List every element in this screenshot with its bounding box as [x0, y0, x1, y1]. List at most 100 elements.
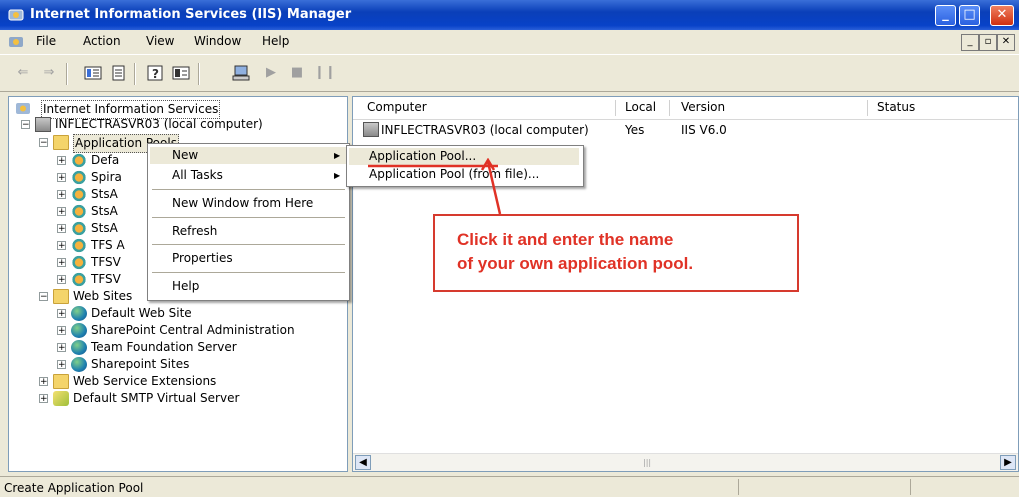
menu-separator: [152, 272, 345, 273]
context-item-new-window[interactable]: New Window from Here: [172, 196, 313, 210]
menu-bar: File Action View Window Help _ ▫ ✕: [0, 30, 1019, 54]
app-pool-icon: [71, 221, 87, 236]
menu-view[interactable]: View: [146, 34, 174, 48]
folder-icon: [53, 374, 69, 389]
status-divider: [910, 479, 911, 495]
menu-help[interactable]: Help: [262, 34, 289, 48]
expand-icon[interactable]: +: [39, 394, 48, 404]
tree-pool-label: TFSV: [91, 255, 121, 269]
stop-icon[interactable]: ■: [288, 64, 306, 82]
expand-icon[interactable]: +: [57, 309, 66, 319]
properties-icon[interactable]: [172, 64, 190, 82]
collapse-icon[interactable]: −: [39, 292, 48, 302]
back-icon[interactable]: ⇐: [14, 64, 32, 82]
tree-smtp-label: Default SMTP Virtual Server: [73, 391, 240, 405]
mdi-close-button[interactable]: ✕: [997, 34, 1015, 51]
web-site-icon: [71, 306, 87, 321]
context-menu: New ▶ All Tasks ▶ New Window from Here R…: [147, 143, 350, 301]
tree-site-label: SharePoint Central Administration: [91, 323, 295, 337]
show-hide-tree-icon[interactable]: [84, 64, 102, 82]
expand-icon[interactable]: +: [57, 190, 66, 200]
tree-wse-label: Web Service Extensions: [73, 374, 217, 388]
title-bar[interactable]: Internet Information Services (IIS) Mana…: [0, 0, 1019, 30]
collapse-icon[interactable]: −: [39, 138, 48, 148]
expand-icon[interactable]: +: [57, 224, 66, 234]
expand-icon[interactable]: +: [57, 173, 66, 183]
toolbar: ⇐ ⇒ ? ▶ ■ ❙❙: [0, 54, 1019, 92]
menu-file[interactable]: File: [36, 34, 56, 48]
scroll-left-icon[interactable]: ◀: [355, 455, 371, 470]
expand-icon[interactable]: +: [57, 207, 66, 217]
cell-version: IIS V6.0: [681, 123, 727, 137]
expand-icon[interactable]: +: [57, 343, 66, 353]
app-pool-icon: [71, 272, 87, 287]
status-bar: Create Application Pool: [0, 476, 1019, 497]
menu-window[interactable]: Window: [194, 34, 241, 48]
column-version[interactable]: Version: [681, 100, 725, 114]
context-item-new[interactable]: New: [172, 148, 198, 162]
forward-icon[interactable]: ⇒: [40, 64, 58, 82]
tree-pool-label: StsA: [91, 221, 118, 235]
context-item-all-tasks[interactable]: All Tasks: [172, 168, 223, 182]
horizontal-scrollbar[interactable]: ◀ ||| ▶: [353, 453, 1018, 471]
expand-icon[interactable]: +: [57, 275, 66, 285]
play-icon[interactable]: ▶: [262, 64, 280, 82]
close-button[interactable]: ✕: [990, 5, 1014, 26]
column-divider[interactable]: [669, 100, 670, 116]
tree-site-label: Team Foundation Server: [91, 340, 237, 354]
smtp-server-icon: [53, 391, 69, 406]
tree-pool-label: Spira: [91, 170, 122, 184]
tree-web-sites-label: Web Sites: [73, 289, 133, 303]
status-divider: [738, 479, 739, 495]
tree-site-label: Sharepoint Sites: [91, 357, 190, 371]
mdi-minimize-button[interactable]: _: [961, 34, 979, 51]
status-text: Create Application Pool: [4, 481, 144, 495]
callout-line-1: Click it and enter the name: [457, 230, 674, 249]
column-status[interactable]: Status: [877, 100, 915, 114]
toolbar-separator: [66, 63, 68, 85]
column-computer[interactable]: Computer: [367, 100, 427, 114]
menu-separator: [152, 189, 345, 190]
tree-pool-label: Defa: [91, 153, 120, 167]
column-header: Computer Local Version Status: [353, 97, 1018, 120]
column-divider[interactable]: [867, 100, 868, 116]
export-list-icon[interactable]: [110, 64, 128, 82]
context-item-refresh[interactable]: Refresh: [172, 224, 217, 238]
help-icon[interactable]: ?: [146, 64, 164, 82]
submenu-arrow-icon: ▶: [334, 171, 341, 180]
computer-icon[interactable]: [232, 64, 250, 82]
context-item-properties[interactable]: Properties: [172, 251, 233, 265]
list-row[interactable]: INFLECTRASVR03 (local computer) Yes IIS …: [353, 121, 1013, 139]
app-pool-icon: [71, 153, 87, 168]
minimize-button[interactable]: _: [935, 5, 956, 26]
expand-icon[interactable]: +: [57, 258, 66, 268]
mdi-restore-button[interactable]: ▫: [979, 34, 997, 51]
column-local[interactable]: Local: [625, 100, 656, 114]
scroll-right-icon[interactable]: ▶: [1000, 455, 1016, 470]
folder-icon: [53, 135, 69, 150]
menu-separator: [152, 244, 345, 245]
console-icon[interactable]: [8, 34, 24, 50]
column-divider[interactable]: [615, 100, 616, 116]
web-site-icon: [71, 357, 87, 372]
expand-icon[interactable]: +: [57, 326, 66, 336]
app-pool-icon: [71, 238, 87, 253]
iis-icon: [16, 103, 30, 114]
context-item-help[interactable]: Help: [172, 279, 199, 293]
collapse-icon[interactable]: −: [21, 120, 30, 130]
svg-text:?: ?: [152, 67, 159, 81]
pause-icon[interactable]: ❙❙: [314, 64, 336, 82]
expand-icon[interactable]: +: [57, 241, 66, 251]
expand-icon[interactable]: +: [57, 360, 66, 370]
app-pool-icon: [71, 255, 87, 270]
maximize-button[interactable]: □: [959, 5, 980, 26]
scroll-grip-icon[interactable]: |||: [643, 458, 655, 467]
menu-action[interactable]: Action: [83, 34, 121, 48]
app-pool-icon: [71, 187, 87, 202]
expand-icon[interactable]: +: [57, 156, 66, 166]
submenu-arrow-icon: ▶: [334, 151, 341, 160]
toolbar-separator: [198, 63, 200, 85]
tree-pool-label: StsA: [91, 187, 118, 201]
expand-icon[interactable]: +: [39, 377, 48, 387]
window-title: Internet Information Services (IIS) Mana…: [30, 7, 352, 22]
